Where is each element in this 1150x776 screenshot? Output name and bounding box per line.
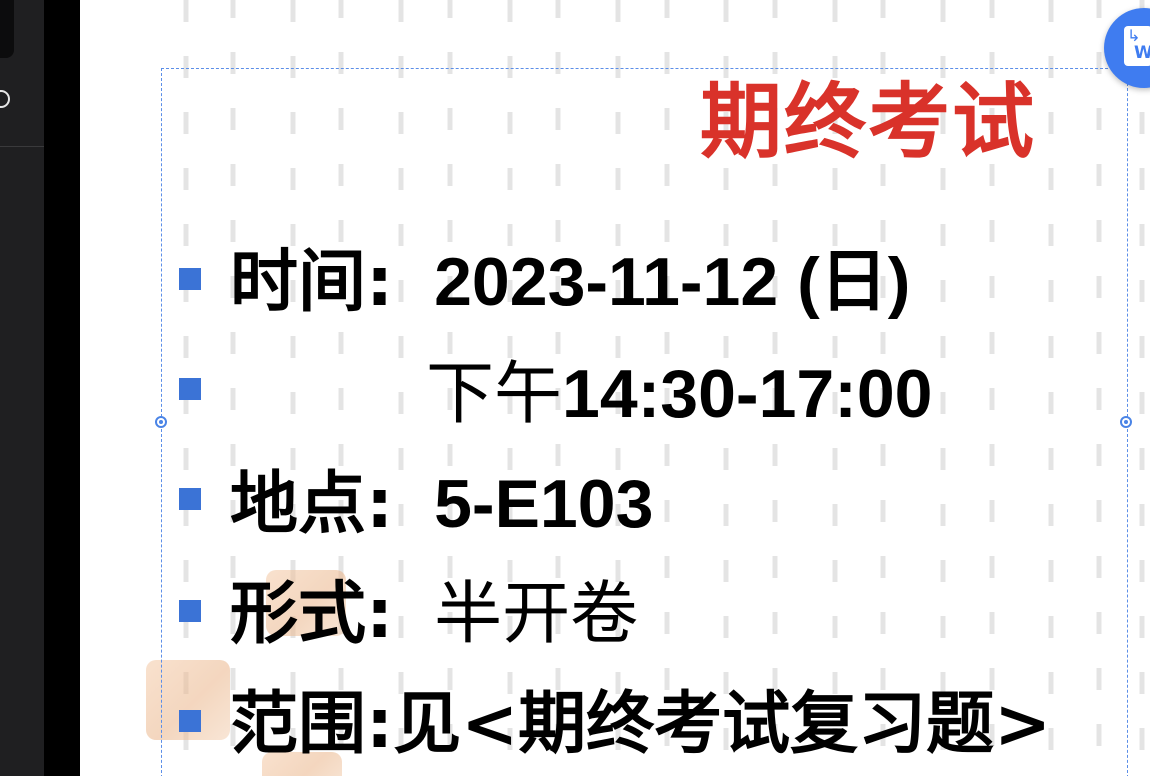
left-sidebar: [0, 0, 44, 776]
list-item-format[interactable]: 形式: 半开卷: [230, 574, 638, 655]
bullet-marker: [179, 600, 201, 622]
bullet-marker: [179, 710, 201, 732]
sidebar-button[interactable]: [0, 0, 14, 58]
item-value: 2023-11-12 (日): [434, 244, 911, 320]
convert-to-word-icon: [1124, 26, 1150, 66]
item-value-prefix: 下午: [426, 355, 563, 434]
resize-handle-left[interactable]: [155, 416, 167, 428]
item-label: 时间:: [230, 243, 394, 322]
list-item-time[interactable]: 时间: 2023-11-12 (日): [230, 242, 910, 323]
item-value: 半开卷: [434, 575, 639, 654]
sidebar-divider: [0, 146, 44, 147]
search-icon[interactable]: [0, 90, 10, 108]
item-value: 5-E103: [434, 466, 654, 542]
bullet-marker: [179, 268, 201, 290]
list-item-scope[interactable]: 范围:见<期终考试复习题>: [230, 684, 1051, 765]
bullet-marker: [179, 488, 201, 510]
item-value: 14:30-17:00: [562, 356, 933, 432]
bullet-marker: [179, 378, 201, 400]
item-label: 地点:: [230, 465, 394, 544]
app-window: 期终考试 时间: 2023-11-12 (日) 下午14:30-17:00 地点…: [0, 0, 1150, 776]
item-value: 见<期终考试复习题>: [393, 685, 1052, 764]
resize-handle-right[interactable]: [1120, 416, 1132, 428]
item-label: 范围:: [230, 685, 394, 764]
list-item-time-continued[interactable]: 下午14:30-17:00: [426, 354, 933, 435]
item-label: 形式:: [230, 575, 394, 654]
sidebar-gap: [44, 0, 80, 776]
slide-title[interactable]: 期终考试: [700, 72, 1060, 172]
list-item-location[interactable]: 地点: 5-E103: [230, 464, 653, 545]
